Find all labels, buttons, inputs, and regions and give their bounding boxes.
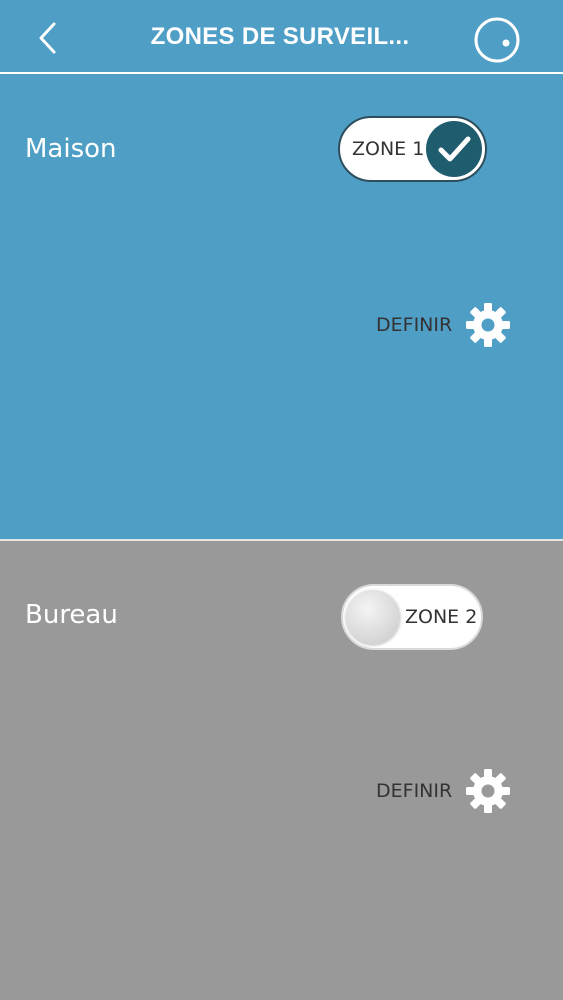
locate-icon <box>474 17 520 63</box>
page-title: ZONES DE SURVEIL... <box>150 23 410 50</box>
back-button[interactable] <box>30 20 66 56</box>
header-bar: ZONES DE SURVEIL... <box>0 0 563 74</box>
zone-1-toggle-label: ZONE 1 <box>352 138 425 160</box>
zone-1-toggle[interactable]: ZONE 1 <box>338 116 487 182</box>
zone-panel-maison: Maison ZONE 1 DEFINIR <box>0 74 563 539</box>
zone-2-toggle[interactable]: ZONE 2 <box>341 584 483 650</box>
toggle-knob-on <box>426 121 482 177</box>
zone-panel-bureau: Bureau ZONE 2 DEFINIR <box>0 541 563 1000</box>
define-label: DEFINIR <box>376 314 453 336</box>
toggle-knob-off <box>346 590 400 644</box>
checkmark-icon <box>438 136 471 162</box>
gear-icon <box>466 769 510 813</box>
chevron-left-icon <box>39 22 56 54</box>
define-zone-2-button[interactable]: DEFINIR <box>376 766 516 816</box>
gear-icon <box>466 303 510 347</box>
app-screen: ZONES DE SURVEIL... Maison ZONE 1 DEFINI… <box>0 0 563 1000</box>
zone-name: Maison <box>25 134 117 164</box>
zone-2-toggle-label: ZONE 2 <box>405 606 478 628</box>
define-label: DEFINIR <box>376 780 453 802</box>
locate-button[interactable] <box>472 15 522 65</box>
zone-name: Bureau <box>25 600 118 630</box>
define-zone-1-button[interactable]: DEFINIR <box>376 300 516 350</box>
